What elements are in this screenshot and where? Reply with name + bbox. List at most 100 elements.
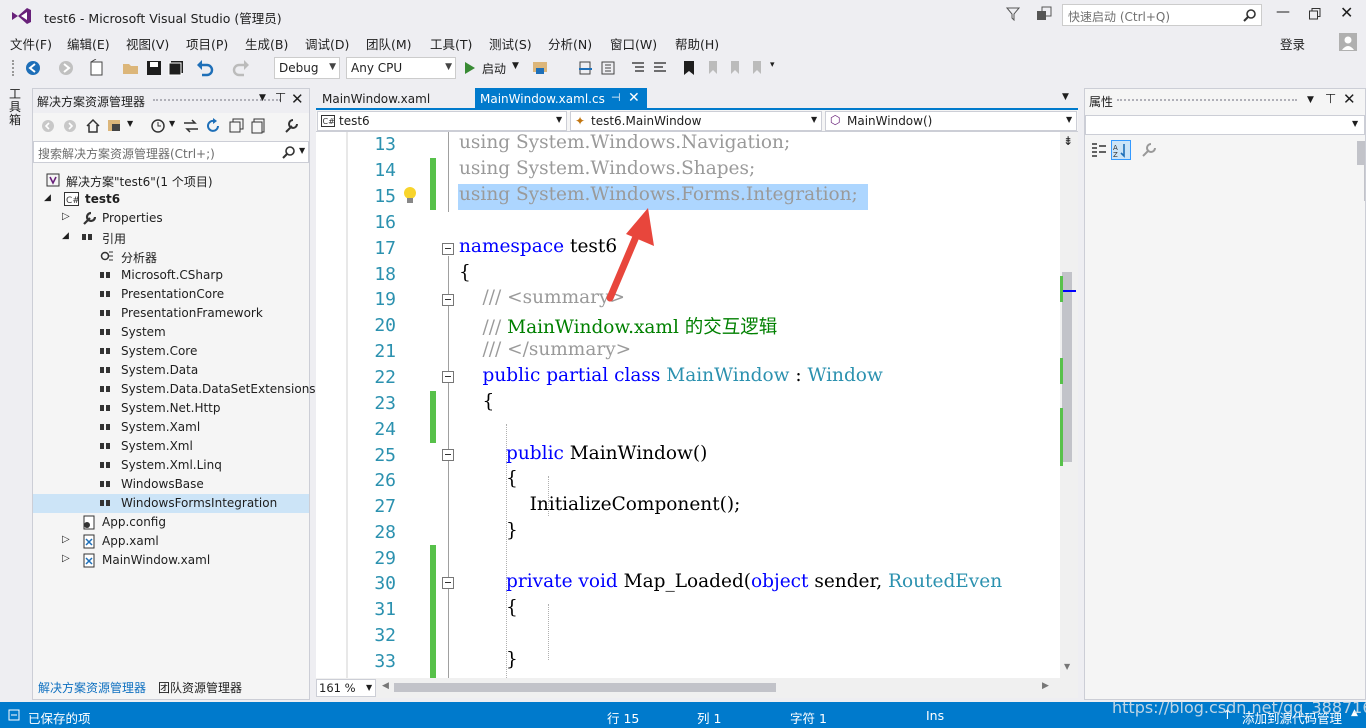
expanded-arrow-icon[interactable]: ◢	[44, 193, 51, 203]
platform-dropdown[interactable]: Any CPU ▼	[346, 57, 456, 79]
restore-button[interactable]	[1309, 8, 1321, 20]
close-window-button[interactable]: ✕	[1340, 3, 1353, 22]
toolbox-tab[interactable]: 工具箱	[9, 88, 23, 127]
collapse-region-icon[interactable]	[442, 449, 454, 461]
tree-item-properties[interactable]: ▷ Properties	[33, 209, 309, 228]
login-link[interactable]: 登录	[1280, 34, 1305, 53]
menu-window[interactable]: 窗口(W)	[610, 34, 657, 53]
scroll-down-icon[interactable]: ▼	[1064, 662, 1070, 671]
collapse-region-icon[interactable]	[442, 294, 454, 306]
vertical-scrollbar[interactable]: ⇟ ▼	[1060, 132, 1078, 678]
menu-build[interactable]: 生成(B)	[245, 34, 288, 53]
panel-menu-chevron-icon[interactable]: ▼	[259, 93, 266, 103]
tab-mainwindow-xaml-cs[interactable]: MainWindow.xaml.cs ⊣ ✕	[475, 88, 647, 110]
tree-item-reference[interactable]: System.Xml	[33, 437, 309, 456]
forward-icon[interactable]	[63, 119, 77, 133]
close-panel-icon[interactable]: ✕	[291, 90, 304, 108]
code-editor[interactable]: 13 14 15 16 17 18 19 20 21 22 23 24 25 2…	[316, 132, 1060, 679]
bookmark-icon[interactable]	[682, 60, 696, 76]
tree-item-reference-selected[interactable]: WindowsFormsIntegration	[33, 494, 309, 513]
clear-bookmarks-icon[interactable]	[750, 60, 766, 76]
project-dropdown[interactable]: C# test6 ▼	[317, 111, 567, 131]
tree-item-solution[interactable]: 解决方案"test6"(1 个项目)	[33, 171, 309, 190]
back-icon[interactable]	[25, 60, 41, 76]
find-in-files-icon[interactable]	[578, 60, 594, 76]
open-file-icon[interactable]	[122, 59, 140, 77]
tree-item-reference[interactable]: Microsoft.CSharp	[33, 266, 309, 285]
collapsed-arrow-icon[interactable]: ▷	[62, 211, 70, 222]
forward-icon[interactable]	[58, 60, 74, 76]
chevron-down-icon[interactable]: ▼	[169, 119, 175, 128]
menu-view[interactable]: 视图(V)	[126, 34, 169, 53]
back-icon[interactable]	[41, 119, 55, 133]
scroll-left-icon[interactable]: ◀	[382, 681, 389, 691]
menu-project[interactable]: 项目(P)	[186, 34, 228, 53]
tree-item-reference[interactable]: System	[33, 323, 309, 342]
object-selector-dropdown[interactable]: ▼	[1085, 115, 1365, 135]
collapsed-arrow-icon[interactable]: ▷	[62, 534, 70, 545]
scrollbar-thumb[interactable]	[1062, 272, 1072, 462]
tree-item-project[interactable]: ◢ C# test6	[33, 190, 309, 209]
tree-item-analyzers[interactable]: 分析器	[33, 247, 309, 266]
menu-team[interactable]: 团队(M)	[366, 34, 412, 53]
switch-views-icon[interactable]	[107, 118, 123, 134]
scroll-right-icon[interactable]: ▶	[1042, 681, 1049, 691]
browser-link-icon[interactable]	[532, 60, 550, 76]
horizontal-scrollbar-thumb[interactable]	[394, 683, 776, 692]
menu-file[interactable]: 文件(F)	[10, 34, 52, 53]
alphabetical-button[interactable]: AZ	[1111, 140, 1131, 160]
user-avatar-icon[interactable]	[1339, 33, 1357, 51]
member-dropdown[interactable]: ⬡ MainWindow() ▼	[825, 111, 1077, 131]
menu-analyze[interactable]: 分析(N)	[548, 34, 592, 53]
quick-launch-input[interactable]: 快速启动 (Ctrl+Q)	[1062, 4, 1262, 26]
pin-icon[interactable]: ⊤	[1325, 92, 1336, 107]
menu-edit[interactable]: 编辑(E)	[67, 34, 110, 53]
pending-changes-icon[interactable]	[151, 119, 165, 133]
previous-bookmark-icon[interactable]	[706, 60, 722, 76]
toolbar-overflow-icon[interactable]: ▾	[770, 60, 775, 70]
categorized-icon[interactable]	[1091, 142, 1107, 158]
tree-item-reference[interactable]: System.Data.DataSetExtensions	[33, 380, 316, 399]
collapse-region-icon[interactable]	[442, 243, 454, 255]
wrench-icon[interactable]	[1141, 142, 1157, 158]
zoom-dropdown[interactable]: 161 % ▼	[316, 679, 376, 697]
lightbulb-icon[interactable]	[403, 186, 417, 206]
menu-debug[interactable]: 调试(D)	[305, 34, 349, 53]
expanded-arrow-icon[interactable]: ◢	[62, 231, 69, 241]
tree-item-reference[interactable]: System.Core	[33, 342, 309, 361]
tree-item-reference[interactable]: System.Data	[33, 361, 309, 380]
tree-item-reference[interactable]: System.Net.Http	[33, 399, 309, 418]
save-icon[interactable]	[146, 60, 162, 76]
tab-team-explorer[interactable]: 团队资源管理器	[158, 679, 242, 696]
close-panel-icon[interactable]: ✕	[1343, 90, 1356, 108]
menu-test[interactable]: 测试(S)	[489, 34, 532, 53]
tree-item-app-config[interactable]: App.config	[33, 513, 309, 532]
collapsed-arrow-icon[interactable]: ▷	[62, 553, 70, 564]
comment-lines-icon[interactable]	[630, 60, 646, 76]
undo-icon[interactable]	[196, 59, 214, 77]
feedback-icon[interactable]	[1036, 6, 1052, 22]
uncomment-lines-icon[interactable]	[652, 60, 668, 76]
filter-icon[interactable]	[1006, 7, 1020, 21]
tree-item-mainwindow-xaml[interactable]: ▷ MainWindow.xaml	[33, 551, 309, 570]
menu-tools[interactable]: 工具(T)	[430, 34, 472, 53]
solution-search-input[interactable]: 搜索解决方案资源管理器(Ctrl+;) ▼	[33, 141, 309, 163]
pin-icon[interactable]: ⊤	[275, 91, 286, 106]
tree-item-reference[interactable]: WindowsBase	[33, 475, 309, 494]
collapse-all-icon[interactable]	[229, 118, 245, 134]
collapse-region-icon[interactable]	[442, 577, 454, 589]
sync-icon[interactable]	[183, 119, 199, 133]
tree-item-reference[interactable]: System.Xml.Linq	[33, 456, 309, 475]
home-icon[interactable]	[85, 118, 101, 134]
tree-item-reference[interactable]: PresentationFramework	[33, 304, 309, 323]
show-all-files-icon[interactable]	[251, 118, 267, 134]
pin-icon[interactable]: ⊣	[611, 91, 621, 104]
menu-help[interactable]: 帮助(H)	[675, 34, 719, 53]
refresh-icon[interactable]	[205, 118, 221, 134]
class-dropdown[interactable]: ✦ test6.MainWindow ▼	[570, 111, 822, 131]
tree-item-reference[interactable]: System.Xaml	[33, 418, 309, 437]
split-icon[interactable]: ⇟	[1063, 134, 1073, 148]
next-bookmark-icon[interactable]	[728, 60, 744, 76]
chevron-down-icon[interactable]: ▼	[127, 119, 133, 128]
tab-mainwindow-xaml[interactable]: MainWindow.xaml	[316, 88, 472, 110]
